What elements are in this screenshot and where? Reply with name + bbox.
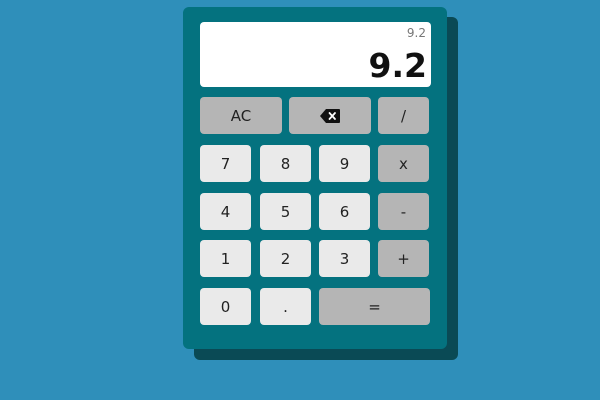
key-2[interactable]: 2 (260, 240, 311, 277)
display-history: 9.2 (406, 26, 426, 40)
subtract-button[interactable]: - (378, 193, 429, 230)
decimal-button[interactable]: . (260, 288, 311, 325)
calculator: 9.2 9.2 AC / 7 8 9 x 4 5 6 - 1 2 3 + 0 .… (183, 7, 447, 349)
calculator-display: 9.2 9.2 (200, 22, 431, 87)
key-9[interactable]: 9 (319, 145, 370, 182)
backspace-icon (320, 108, 340, 123)
divide-button[interactable]: / (378, 97, 429, 134)
key-0[interactable]: 0 (200, 288, 251, 325)
key-5[interactable]: 5 (260, 193, 311, 230)
display-value: 9.2 (368, 46, 427, 85)
key-1[interactable]: 1 (200, 240, 251, 277)
key-3[interactable]: 3 (319, 240, 370, 277)
clear-button[interactable]: AC (200, 97, 282, 134)
multiply-button[interactable]: x (378, 145, 429, 182)
key-6[interactable]: 6 (319, 193, 370, 230)
key-4[interactable]: 4 (200, 193, 251, 230)
add-button[interactable]: + (378, 240, 429, 277)
key-8[interactable]: 8 (260, 145, 311, 182)
key-7[interactable]: 7 (200, 145, 251, 182)
equals-button[interactable]: = (319, 288, 430, 325)
backspace-button[interactable] (289, 97, 371, 134)
